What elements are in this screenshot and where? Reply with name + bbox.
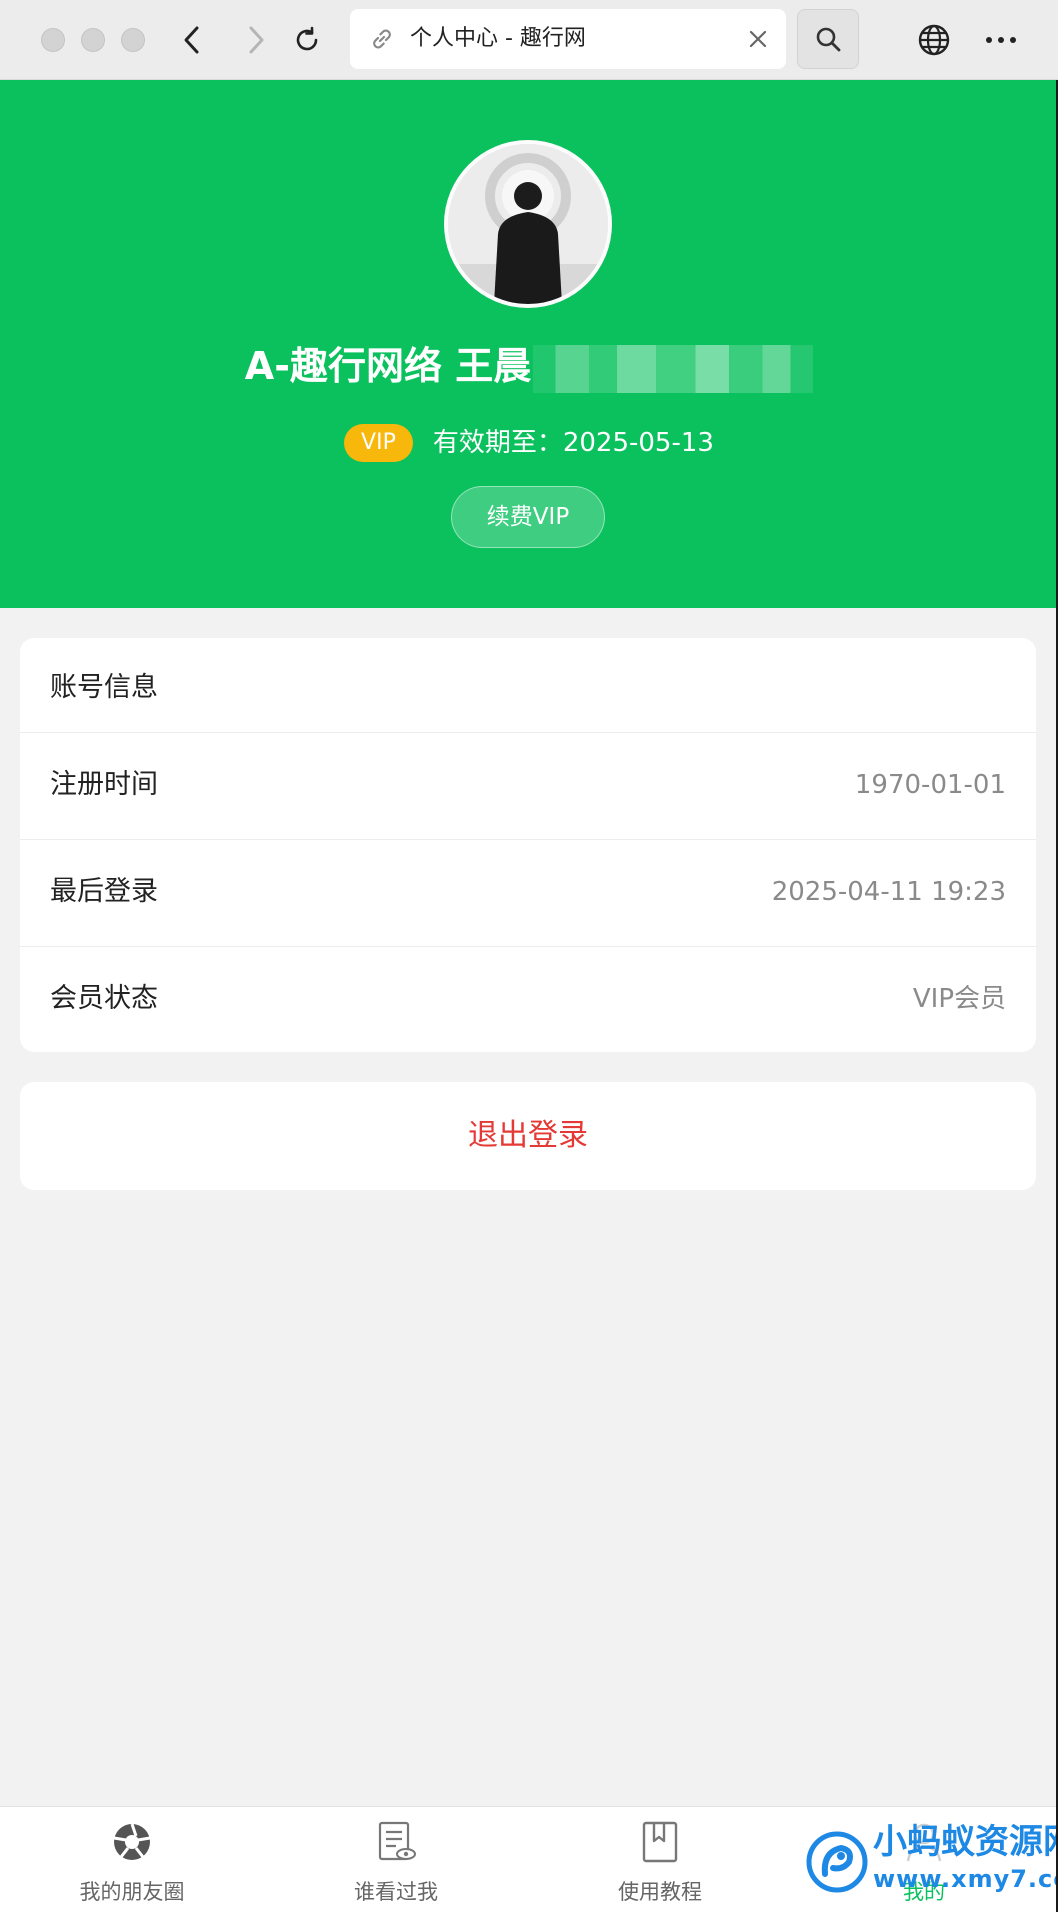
globe-icon — [918, 24, 950, 56]
info-row-member-status: 会员状态 VIP会员 — [20, 946, 1036, 1052]
vip-badge: VIP — [344, 424, 413, 462]
info-row-last-login: 最后登录 2025-04-11 19:23 — [20, 839, 1036, 945]
back-icon — [184, 26, 199, 54]
user-icon — [906, 1823, 942, 1862]
address-bar[interactable]: 个人中心 - 趣行网 — [350, 9, 786, 69]
tab-who-viewed-me[interactable]: 谁看过我 — [264, 1807, 528, 1912]
reload-icon — [296, 26, 318, 51]
row-label: 注册时间 — [50, 769, 158, 800]
window-close-dot[interactable] — [41, 28, 65, 52]
row-value: VIP会员 — [912, 984, 1006, 1014]
profile-name-text: A-趣行网络 王晨 — [244, 344, 532, 388]
info-row-register-time: 注册时间 1970-01-01 — [20, 732, 1036, 838]
row-value: 1970-01-01 — [854, 770, 1006, 800]
bottom-tab-bar: 我的朋友圈 谁看过我 使用教程 我的 — [0, 1806, 1058, 1912]
window-zoom-dot[interactable] — [121, 28, 145, 52]
tab-label: 我的 — [903, 1880, 945, 1904]
logout-card: 退出登录 — [20, 1082, 1036, 1190]
search-icon — [816, 27, 841, 52]
page-tab-title: 个人中心 - 趣行网 — [410, 26, 586, 51]
logout-button[interactable]: 退出登录 — [20, 1082, 1036, 1190]
row-label: 最后登录 — [50, 876, 158, 907]
link-icon — [373, 29, 391, 49]
tab-label: 使用教程 — [618, 1880, 702, 1904]
tab-my-moments[interactable]: 我的朋友圈 — [0, 1807, 264, 1912]
forward-button[interactable] — [234, 18, 278, 62]
more-icon — [986, 37, 1016, 43]
account-info-card: 账号信息 注册时间 1970-01-01 最后登录 2025-04-11 19:… — [20, 638, 1036, 1052]
tab-tutorial[interactable]: 使用教程 — [528, 1807, 792, 1912]
browser-toolbar: 个人中心 - 趣行网 — [0, 0, 1058, 80]
document-eye-icon — [378, 1821, 416, 1861]
tab-label: 谁看过我 — [354, 1880, 438, 1904]
vip-status-row: VIP 有效期至：2025-05-13 — [0, 424, 1058, 462]
reload-button[interactable] — [285, 18, 329, 62]
bookmark-book-icon — [642, 1821, 678, 1863]
redacted-name-mosaic — [533, 344, 814, 393]
row-label: 会员状态 — [50, 983, 158, 1014]
avatar-photo-icon — [448, 144, 608, 304]
row-value: 2025-04-11 19:23 — [771, 877, 1006, 907]
avatar[interactable] — [444, 140, 612, 308]
close-icon[interactable] — [746, 27, 770, 51]
profile-header: A-趣行网络 王晨 VIP 有效期至：2025-05-13 续费VIP — [0, 80, 1058, 608]
back-button[interactable] — [170, 18, 214, 62]
tab-label: 我的朋友圈 — [79, 1880, 185, 1904]
vip-expire-date: 有效期至：2025-05-13 — [432, 428, 714, 458]
more-menu-button[interactable] — [979, 18, 1023, 62]
tab-mine[interactable]: 我的 — [792, 1807, 1056, 1912]
language-button[interactable] — [912, 18, 956, 62]
account-info-title: 账号信息 — [50, 672, 158, 703]
aperture-icon — [113, 1823, 151, 1860]
window-minimize-dot[interactable] — [81, 28, 105, 52]
search-button[interactable] — [797, 9, 859, 69]
profile-name: A-趣行网络 王晨 — [0, 342, 1058, 393]
renew-vip-button[interactable]: 续费VIP — [451, 486, 605, 548]
forward-icon — [249, 26, 264, 54]
